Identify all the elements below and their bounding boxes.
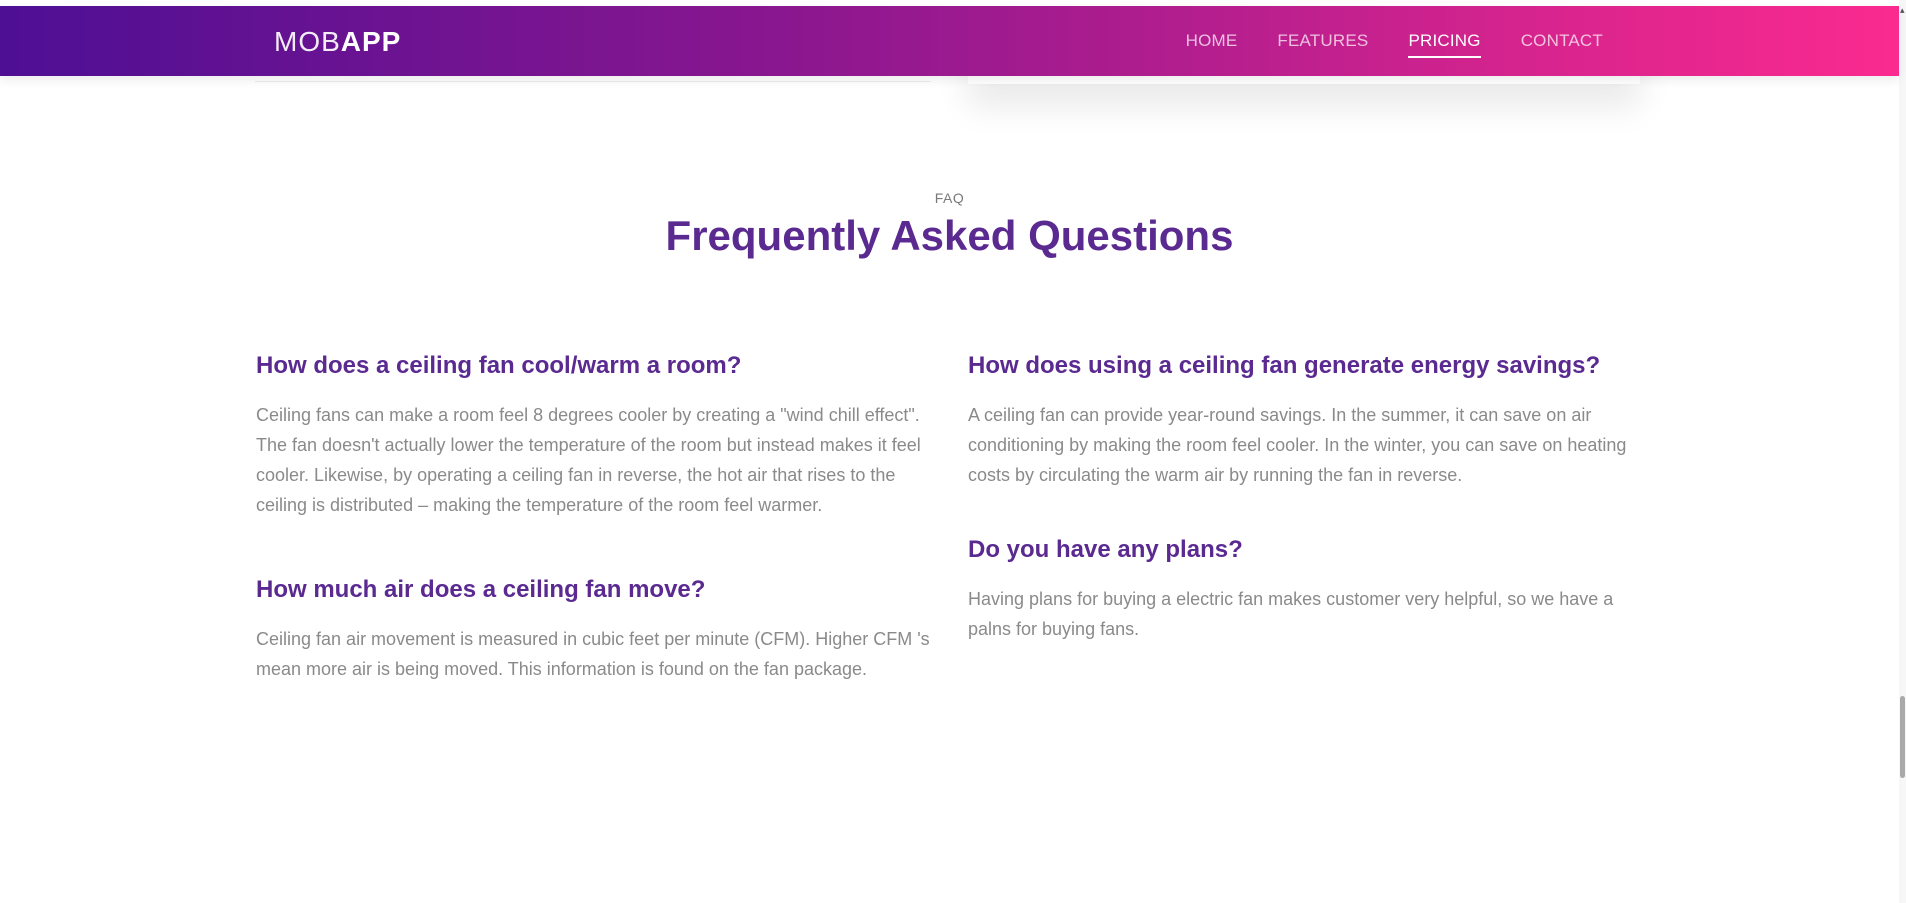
nav-link-pricing[interactable]: PRICING <box>1408 31 1481 58</box>
faq-column-right: How does using a ceiling fan generate en… <box>968 350 1648 688</box>
faq-question: How does using a ceiling fan generate en… <box>968 352 1601 379</box>
nav-link-home[interactable]: HOME <box>1186 31 1238 51</box>
faq-question: How much air does a ceiling fan move? <box>256 576 706 603</box>
brand-logo[interactable]: MOBAPP <box>274 26 401 58</box>
faq-question: Do you have any plans? <box>968 536 1243 563</box>
page-scrollbar[interactable]: ▴ <box>1899 0 1906 903</box>
brand-logo-light: MOB <box>274 26 341 57</box>
nav-link-features[interactable]: FEATURES <box>1277 31 1368 51</box>
scroll-up-arrow-icon[interactable]: ▴ <box>1900 6 1905 15</box>
faq-answer: Having plans for buying a electric fan m… <box>968 589 1614 639</box>
nav-link-contact[interactable]: CONTACT <box>1521 31 1603 51</box>
main-nav: HOME FEATURES PRICING CONTACT <box>1186 6 1603 76</box>
faq-answer: Ceiling fan air movement is measured in … <box>256 629 930 679</box>
faq-question: How does a ceiling fan cool/warm a room? <box>256 352 742 379</box>
faq-section-title: Frequently Asked Questions <box>665 212 1234 259</box>
faq-answer: A ceiling fan can provide year-round sav… <box>968 405 1627 485</box>
top-navbar: MOBAPP HOME FEATURES PRICING CONTACT <box>0 6 1899 76</box>
faq-item: How does using a ceiling fan generate en… <box>968 350 1648 490</box>
faq-answer: Ceiling fans can make a room feel 8 degr… <box>256 405 921 515</box>
faq-section-label: FAQ <box>934 190 965 206</box>
faq-item: How much air does a ceiling fan move? Ce… <box>256 574 936 684</box>
brand-logo-bold: APP <box>340 26 402 57</box>
page: MOBAPP HOME FEATURES PRICING CONTACT FAQ… <box>0 0 1906 903</box>
faq-item: Do you have any plans? Having plans for … <box>968 534 1648 644</box>
faq-column-left: How does a ceiling fan cool/warm a room?… <box>256 350 936 738</box>
faq-item: How does a ceiling fan cool/warm a room?… <box>256 350 936 520</box>
scrollbar-thumb[interactable] <box>1900 696 1905 778</box>
